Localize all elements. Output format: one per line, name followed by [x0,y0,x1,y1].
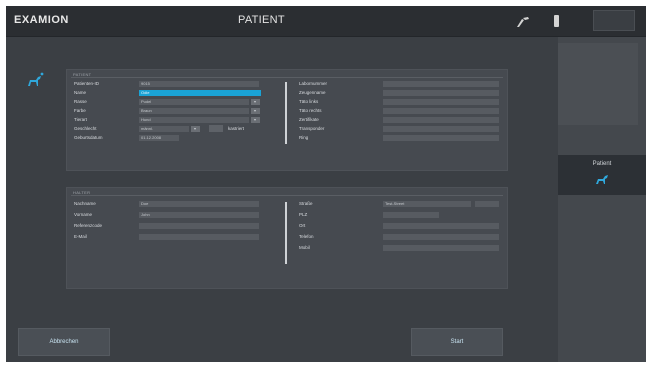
strasse-field[interactable]: Test-Street [383,201,471,207]
column-divider [285,202,287,264]
label-vorname: Vorname [74,212,93,217]
zertifikate-field[interactable] [383,117,499,123]
ring-field[interactable] [383,135,499,141]
ort-field[interactable] [383,223,499,229]
label-geschlecht: Geschlecht [74,126,97,131]
hausnummer-field[interactable] [475,201,499,207]
plz-field[interactable] [383,212,439,218]
farbe-select[interactable]: Braun [139,108,249,114]
pet-icon [28,72,44,86]
telefon-field[interactable] [383,234,499,240]
patient-id-field[interactable]: 9015 [139,81,259,87]
label-taeto-links: Täto links [299,99,319,104]
label-referenzcode: Referenzcode [74,223,103,228]
patient-panel: PATIENT Patienten-ID 9015 Name Odie Rass… [66,69,508,171]
referenzcode-field[interactable] [139,223,259,229]
label-zertifikate: Zertifikate [299,117,319,122]
zeugenname-field[interactable] [383,90,499,96]
chevron-down-icon[interactable] [251,99,260,105]
labornummer-field[interactable] [383,81,499,87]
label-ort: Ort [299,223,306,228]
label-name: Name [74,90,87,95]
label-strasse: Straße [299,201,313,206]
dog-icon [596,175,608,184]
kastriert-checkbox[interactable] [209,125,223,132]
rasse-select[interactable]: Pudel [139,99,249,105]
label-nachname: Nachname [74,201,96,206]
nachname-field[interactable]: Doe [139,201,259,207]
email-field[interactable] [139,234,259,240]
label-mobil: Mobil [299,245,310,250]
sidebar: Patient [558,37,646,362]
top-bar: EXAMION PATIENT [6,6,646,37]
battery-icon [554,15,559,27]
sidebar-top-panel [558,43,638,125]
taeto-links-field[interactable] [383,99,499,105]
vorname-field[interactable]: John [139,212,259,218]
label-ring: Ring [299,135,309,140]
tierart-select[interactable]: Hund [139,117,249,123]
sidebar-item-label: Patient [592,161,612,167]
label-telefon: Telefon [299,234,314,239]
chevron-down-icon[interactable] [191,126,200,132]
chevron-down-icon[interactable] [251,117,260,123]
section-divider [71,195,503,196]
label-farbe: Farbe [74,108,86,113]
label-tierart: Tierart [74,117,87,122]
top-right-box[interactable] [593,10,635,31]
section-divider [71,77,503,78]
label-transponder: Transponder [299,126,325,131]
taeto-rechts-field[interactable] [383,108,499,114]
syringe-icon[interactable] [516,16,530,28]
cancel-button[interactable]: Abbrechen [18,328,110,356]
label-email: E-Mail [74,234,87,239]
owner-panel: HALTER Nachname Doe Vorname John Referen… [66,187,508,289]
sidebar-item-patient[interactable]: Patient [558,155,646,195]
examion-logo: EXAMION [14,14,69,26]
page-title: PATIENT [238,14,285,26]
column-divider [285,82,287,144]
label-geburtsdatum: Geburtsdatum [74,135,103,140]
label-taeto-rechts: Täto rechts [299,108,322,113]
app-window: EXAMION PATIENT Patient PATIENT Patiente… [6,6,646,362]
label-labornummer: Labornummer [299,81,328,86]
geschlecht-select[interactable]: männl. [139,126,189,132]
geburtsdatum-field[interactable]: 01.12.2008 [139,135,179,141]
label-kastriert: kastriert [228,126,245,131]
chevron-down-icon[interactable] [251,108,260,114]
label-rasse: Rasse [74,99,87,104]
mobil-field[interactable] [383,245,499,251]
start-button[interactable]: Start [411,328,503,356]
label-patient-id: Patienten-ID [74,81,100,86]
transponder-field[interactable] [383,126,499,132]
name-field[interactable]: Odie [139,90,261,96]
label-zeugenname: Zeugenname [299,90,326,95]
label-plz: PLZ [299,212,308,217]
